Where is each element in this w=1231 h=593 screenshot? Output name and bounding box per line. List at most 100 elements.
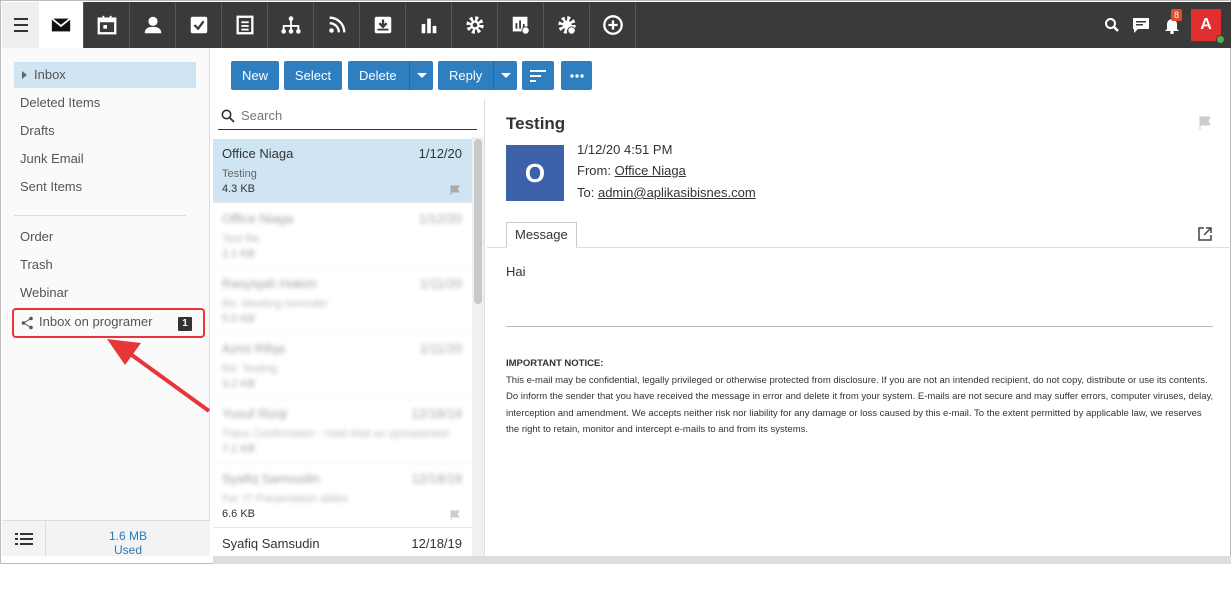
message-body: Hai bbox=[506, 264, 526, 279]
folder-pane-footer: 1.6 MB Used bbox=[2, 520, 210, 557]
sender-link[interactable]: Office Niaga bbox=[615, 163, 686, 178]
mailbox-quota: 1.6 MB Used bbox=[46, 529, 210, 557]
folder-deleted-items[interactable]: Deleted Items bbox=[14, 90, 196, 116]
message-item[interactable]: Syafiq Samsudin 12/18/19 Fw: IT Presenta… bbox=[213, 464, 472, 528]
folder-label: Order bbox=[20, 229, 54, 244]
expand-caret-icon[interactable] bbox=[22, 71, 27, 79]
contacts-icon[interactable] bbox=[131, 2, 176, 48]
new-button[interactable]: New bbox=[231, 61, 279, 90]
more-icon bbox=[569, 73, 584, 78]
tab-message[interactable]: Message bbox=[506, 222, 577, 248]
avatar-initial: O bbox=[524, 157, 546, 188]
recipient-link[interactable]: admin@aplikasibisnes.com bbox=[598, 185, 756, 200]
archive-icon[interactable] bbox=[361, 2, 406, 48]
calendar-icon[interactable] bbox=[85, 2, 130, 48]
top-app-bar: 8 A bbox=[2, 2, 1231, 48]
chat-icon[interactable] bbox=[1130, 2, 1152, 48]
message-item[interactable]: Rasyiqah Hakim 1/11/20 Re: Meeting remin… bbox=[213, 269, 472, 333]
folder-trash[interactable]: Trash bbox=[14, 252, 196, 278]
message-item[interactable]: Azmi Rifqa 1/11/20 Re: Testing 3.2 KB bbox=[213, 334, 472, 398]
message-size: 6.6 KB bbox=[222, 508, 256, 520]
message-date: 1/12/20 bbox=[418, 211, 462, 226]
delete-button[interactable]: Delete bbox=[348, 61, 433, 90]
avatar-initial: A bbox=[1200, 16, 1212, 33]
button-label: Reply bbox=[449, 68, 483, 83]
folder-label: Webinar bbox=[20, 285, 69, 300]
annotation-arrow bbox=[107, 339, 211, 413]
disclaimer-title: IMPORTANT NOTICE: bbox=[506, 358, 604, 369]
message-item[interactable]: Office Niaga 1/12/20 Test file 2.1 KB bbox=[213, 204, 472, 268]
notifications-icon[interactable]: 8 bbox=[1160, 2, 1184, 48]
reply-dropdown-icon[interactable] bbox=[493, 61, 517, 90]
online-status-icon bbox=[1216, 35, 1225, 44]
user-avatar[interactable]: A bbox=[1191, 9, 1225, 44]
notification-badge: 8 bbox=[1171, 9, 1183, 21]
disclaimer-text: This e-mail may be confidential, legally… bbox=[506, 374, 1214, 436]
from-label: From: bbox=[577, 163, 611, 178]
folder-inbox[interactable]: Inbox bbox=[14, 62, 196, 88]
message-sender: Rasyiqah Hakim bbox=[222, 276, 317, 291]
add-icon[interactable] bbox=[591, 2, 636, 48]
folder-sent-items[interactable]: Sent Items bbox=[14, 174, 196, 200]
settings-icon[interactable] bbox=[453, 2, 498, 48]
quota-label: Used bbox=[113, 543, 142, 557]
message-date: 1/11/20 bbox=[419, 341, 462, 356]
list-view-icon[interactable] bbox=[2, 521, 46, 557]
flag-icon[interactable] bbox=[1199, 116, 1211, 130]
sort-icon bbox=[530, 69, 546, 82]
button-label: Delete bbox=[359, 68, 397, 83]
sender-avatar: O bbox=[506, 145, 564, 201]
to-label: To: bbox=[577, 185, 595, 200]
message-subject: Testing bbox=[222, 168, 257, 180]
folder-drafts[interactable]: Drafts bbox=[14, 118, 196, 144]
message-date: 1/12/20 bbox=[418, 146, 462, 161]
message-subject: Fw: IT Presentation slides bbox=[222, 493, 349, 505]
folder-label: Drafts bbox=[20, 123, 55, 138]
sort-button[interactable] bbox=[522, 61, 554, 90]
mail-icon[interactable] bbox=[39, 2, 84, 48]
folder-pane: Inbox Deleted Items Drafts Junk Email Se… bbox=[2, 48, 210, 520]
message-sender: Yusuf Rizqi bbox=[222, 406, 288, 421]
notes-icon[interactable] bbox=[223, 2, 268, 48]
reports-icon[interactable] bbox=[407, 2, 452, 48]
message-size: 4.3 KB bbox=[222, 183, 256, 195]
folder-label: Inbox bbox=[34, 67, 66, 82]
delete-dropdown-icon[interactable] bbox=[409, 61, 433, 90]
message-size: 3.2 KB bbox=[222, 378, 256, 390]
folder-junk-email[interactable]: Junk Email bbox=[14, 146, 196, 172]
more-options-button[interactable] bbox=[561, 61, 592, 90]
message-title: Testing bbox=[506, 114, 566, 133]
flag-icon[interactable] bbox=[450, 510, 460, 520]
message-item[interactable]: Yusuf Rizqi 12/18/19 Trans Confirmation … bbox=[213, 399, 472, 463]
message-size: 5.0 KB bbox=[222, 313, 256, 325]
reading-pane: Testing O 1/12/20 4:51 PM From: Office N… bbox=[487, 99, 1231, 556]
folder-webinar[interactable]: Webinar bbox=[14, 280, 196, 306]
tasks-icon[interactable] bbox=[177, 2, 222, 48]
reply-button[interactable]: Reply bbox=[438, 61, 517, 90]
flag-icon[interactable] bbox=[450, 185, 460, 195]
org-chart-icon[interactable] bbox=[269, 2, 314, 48]
search-placeholder: Search bbox=[241, 108, 283, 123]
message-sender: Azmi Rifqa bbox=[222, 341, 285, 356]
search-input[interactable]: Search bbox=[218, 102, 477, 130]
folder-label: Junk Email bbox=[20, 151, 84, 166]
admin-settings-icon[interactable] bbox=[545, 2, 590, 48]
message-item[interactable]: Office Niaga 1/12/20 Testing 4.3 KB bbox=[213, 139, 472, 203]
select-button[interactable]: Select bbox=[284, 61, 342, 90]
message-sender: Syafiq Samsudin bbox=[222, 536, 320, 551]
analytics-icon[interactable] bbox=[499, 2, 544, 48]
message-sender: Syafiq Samsudin bbox=[222, 471, 320, 486]
horizontal-scrollbar[interactable] bbox=[213, 556, 1231, 564]
menu-icon[interactable] bbox=[2, 2, 39, 48]
folder-order[interactable]: Order bbox=[14, 224, 196, 250]
open-external-icon[interactable] bbox=[1198, 227, 1212, 241]
button-label: New bbox=[241, 68, 268, 83]
search-icon[interactable] bbox=[1102, 2, 1122, 48]
folder-divider bbox=[14, 215, 186, 216]
folder-label: Deleted Items bbox=[20, 95, 101, 110]
rss-icon[interactable] bbox=[315, 2, 360, 48]
scrollbar-thumb[interactable] bbox=[474, 139, 482, 304]
message-date: 12/18/19 bbox=[411, 536, 462, 551]
button-label: Select bbox=[294, 68, 332, 83]
message-date: 12/18/19 bbox=[411, 406, 462, 421]
